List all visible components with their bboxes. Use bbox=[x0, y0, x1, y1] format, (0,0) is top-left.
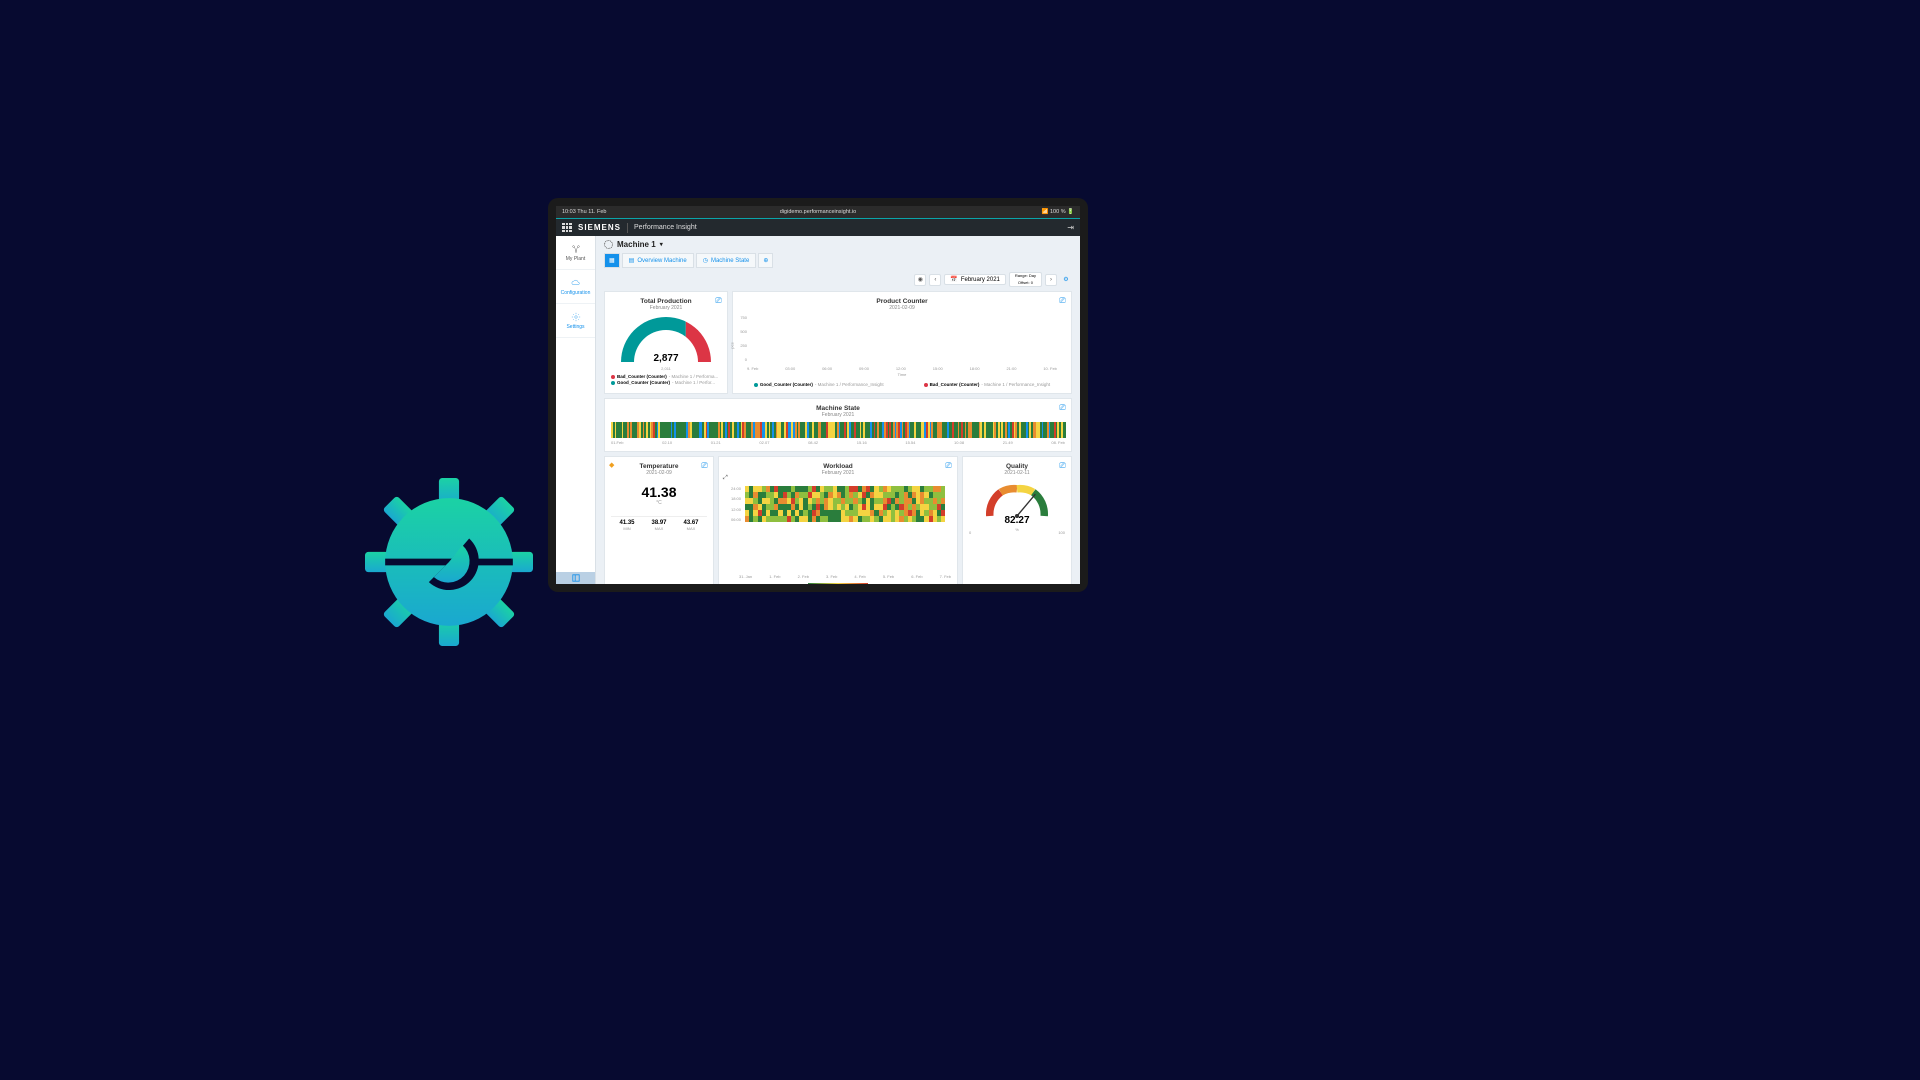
sidebar-item-configuration[interactable]: Configuration bbox=[556, 270, 595, 304]
card-subtitle: February 2021 bbox=[725, 470, 951, 476]
tab-bar: ▦ ▤Overview Machine ◷Machine State ⊕ bbox=[604, 253, 1072, 268]
card-machine-state: ⎚ Machine State February 2021 01.Feb02.1… bbox=[604, 398, 1072, 452]
device-status-bar: 10:03 Thu 11. Feb digidemo.performancein… bbox=[556, 206, 1080, 218]
temperature-value: 41.38 bbox=[611, 484, 707, 500]
chart-config-icon[interactable]: ⎚ bbox=[1058, 296, 1067, 305]
card-title: Product Counter bbox=[739, 298, 1065, 305]
quality-value: 82.27 bbox=[983, 515, 1051, 526]
card-title: Machine State bbox=[611, 405, 1065, 412]
app-logo-icon bbox=[365, 478, 533, 646]
status-battery: 📶 100 % 🔋 bbox=[1042, 209, 1074, 215]
product-counter-chart: 7505002500 9. Feb03:0006:0009:0012:0015:… bbox=[747, 315, 1057, 370]
gantt-x-axis: 01.Feb02.1001.2102.0708.4215.1615.5410.0… bbox=[611, 440, 1065, 445]
card-total-production: ⎚ Total Production February 2021 2,877 2… bbox=[604, 291, 728, 394]
plant-icon bbox=[571, 244, 581, 254]
sidebar-toggle-icon[interactable] bbox=[556, 572, 595, 584]
card-title: Temperature bbox=[611, 463, 707, 470]
main-content: Machine 1 ▾ ▦ ▤Overview Machine ◷Machine… bbox=[596, 236, 1080, 584]
warning-icon: ◆ bbox=[609, 461, 614, 469]
status-url: digidemo.performanceinsight.io bbox=[780, 209, 856, 215]
card-product-counter: ⎚ Product Counter 2021-02-09 7505002500 … bbox=[732, 291, 1072, 394]
reset-button[interactable]: ◉ bbox=[914, 274, 926, 286]
chart-config-icon[interactable]: ⎚ bbox=[1058, 403, 1067, 412]
cloud-icon bbox=[571, 278, 581, 288]
tp-legend: Bad_Counter (Counter)- Machine 1 / Perfo… bbox=[611, 374, 721, 385]
card-title: Quality bbox=[969, 463, 1065, 470]
card-workload: ⎚ Workload February 2021 ⤢ 24:0018:0012:… bbox=[718, 456, 958, 584]
asset-icon bbox=[604, 240, 613, 249]
plus-icon: ⊕ bbox=[763, 257, 768, 264]
card-subtitle: 2021-02-11 bbox=[969, 470, 1065, 476]
sidebar-label: My Plant bbox=[566, 256, 585, 262]
chart-config-icon[interactable]: ⎚ bbox=[944, 461, 953, 470]
app-menu-icon[interactable] bbox=[562, 223, 572, 233]
app-name: Performance Insight bbox=[634, 224, 697, 231]
card-title: Total Production bbox=[611, 298, 721, 305]
card-subtitle: February 2021 bbox=[611, 305, 721, 311]
sidebar-label: Configuration bbox=[561, 290, 591, 296]
brand-logo: SIEMENS bbox=[578, 223, 621, 232]
sidebar-label: Settings bbox=[566, 324, 584, 330]
breadcrumb-title: Machine 1 bbox=[617, 240, 656, 249]
card-subtitle: 2021-02-09 bbox=[739, 305, 1065, 311]
workload-heatmap: 24:0018:0012:0006:00 bbox=[731, 480, 945, 530]
card-title: Workload bbox=[725, 463, 951, 470]
quality-gauge: 82.27 % bbox=[983, 482, 1051, 516]
prev-button[interactable]: ‹ bbox=[929, 274, 941, 286]
gauge-value: 2,877 bbox=[621, 353, 711, 364]
card-subtitle: 2021-02-09 bbox=[611, 470, 707, 476]
date-toolbar: ◉ ‹ 📅February 2021 Range: DayOffset: 0 ›… bbox=[604, 272, 1072, 287]
status-time: 10:03 Thu 11. Feb bbox=[562, 209, 606, 215]
pc-legend: Good_Counter (Counter)- Machine 1 / Perf… bbox=[739, 382, 1065, 387]
app-header: SIEMENS Performance Insight ⇥ bbox=[556, 218, 1080, 236]
gauge-detail: 2,011 bbox=[621, 366, 711, 371]
settings-button[interactable]: ⚙ bbox=[1060, 274, 1072, 286]
tab-add[interactable]: ⊕ bbox=[758, 253, 773, 268]
tab-overview-machine[interactable]: ▤Overview Machine bbox=[622, 253, 694, 268]
chart-config-icon[interactable]: ⎚ bbox=[700, 461, 709, 470]
expand-icon[interactable]: ⤢ bbox=[723, 475, 728, 482]
chart-config-icon[interactable]: ⎚ bbox=[714, 296, 723, 305]
card-temperature: ⎚ ◆ Temperature 2021-02-09 41.38 °C 41.3… bbox=[604, 456, 714, 584]
clock-icon: ◷ bbox=[703, 257, 708, 264]
range-offset-display[interactable]: Range: DayOffset: 0 bbox=[1009, 272, 1042, 287]
tablet-frame: 10:03 Thu 11. Feb digidemo.performancein… bbox=[548, 198, 1088, 592]
chevron-down-icon: ▾ bbox=[660, 241, 663, 248]
breadcrumb[interactable]: Machine 1 ▾ bbox=[604, 240, 1072, 249]
gear-icon bbox=[571, 312, 581, 322]
total-production-gauge: 2,877 2,011 bbox=[621, 317, 711, 362]
tab-machine-state[interactable]: ◷Machine State bbox=[696, 253, 757, 268]
sidebar: My Plant Configuration Settings bbox=[556, 236, 596, 584]
sidebar-item-settings[interactable]: Settings bbox=[556, 304, 595, 338]
heatmap-scale bbox=[808, 583, 868, 584]
tab-grid-view[interactable]: ▦ bbox=[604, 253, 620, 268]
tablet-screen: 10:03 Thu 11. Feb digidemo.performancein… bbox=[556, 206, 1080, 584]
logout-icon[interactable]: ⇥ bbox=[1067, 223, 1074, 232]
doc-icon: ▤ bbox=[629, 257, 635, 264]
card-quality: ⎚ Quality 2021-02-11 82.27 % 0100 bbox=[962, 456, 1072, 584]
machine-state-gantt bbox=[611, 422, 1065, 438]
card-subtitle: February 2021 bbox=[611, 412, 1065, 418]
chart-config-icon[interactable]: ⎚ bbox=[1058, 461, 1067, 470]
next-button[interactable]: › bbox=[1045, 274, 1057, 286]
date-range-picker[interactable]: 📅February 2021 bbox=[944, 274, 1006, 285]
temperature-unit: °C bbox=[611, 500, 707, 506]
temperature-stats: 41.35MIN 38.97MAX 43.67MAX bbox=[611, 516, 707, 531]
sidebar-item-my-plant[interactable]: My Plant bbox=[556, 236, 595, 270]
quality-unit: % bbox=[983, 527, 1051, 532]
